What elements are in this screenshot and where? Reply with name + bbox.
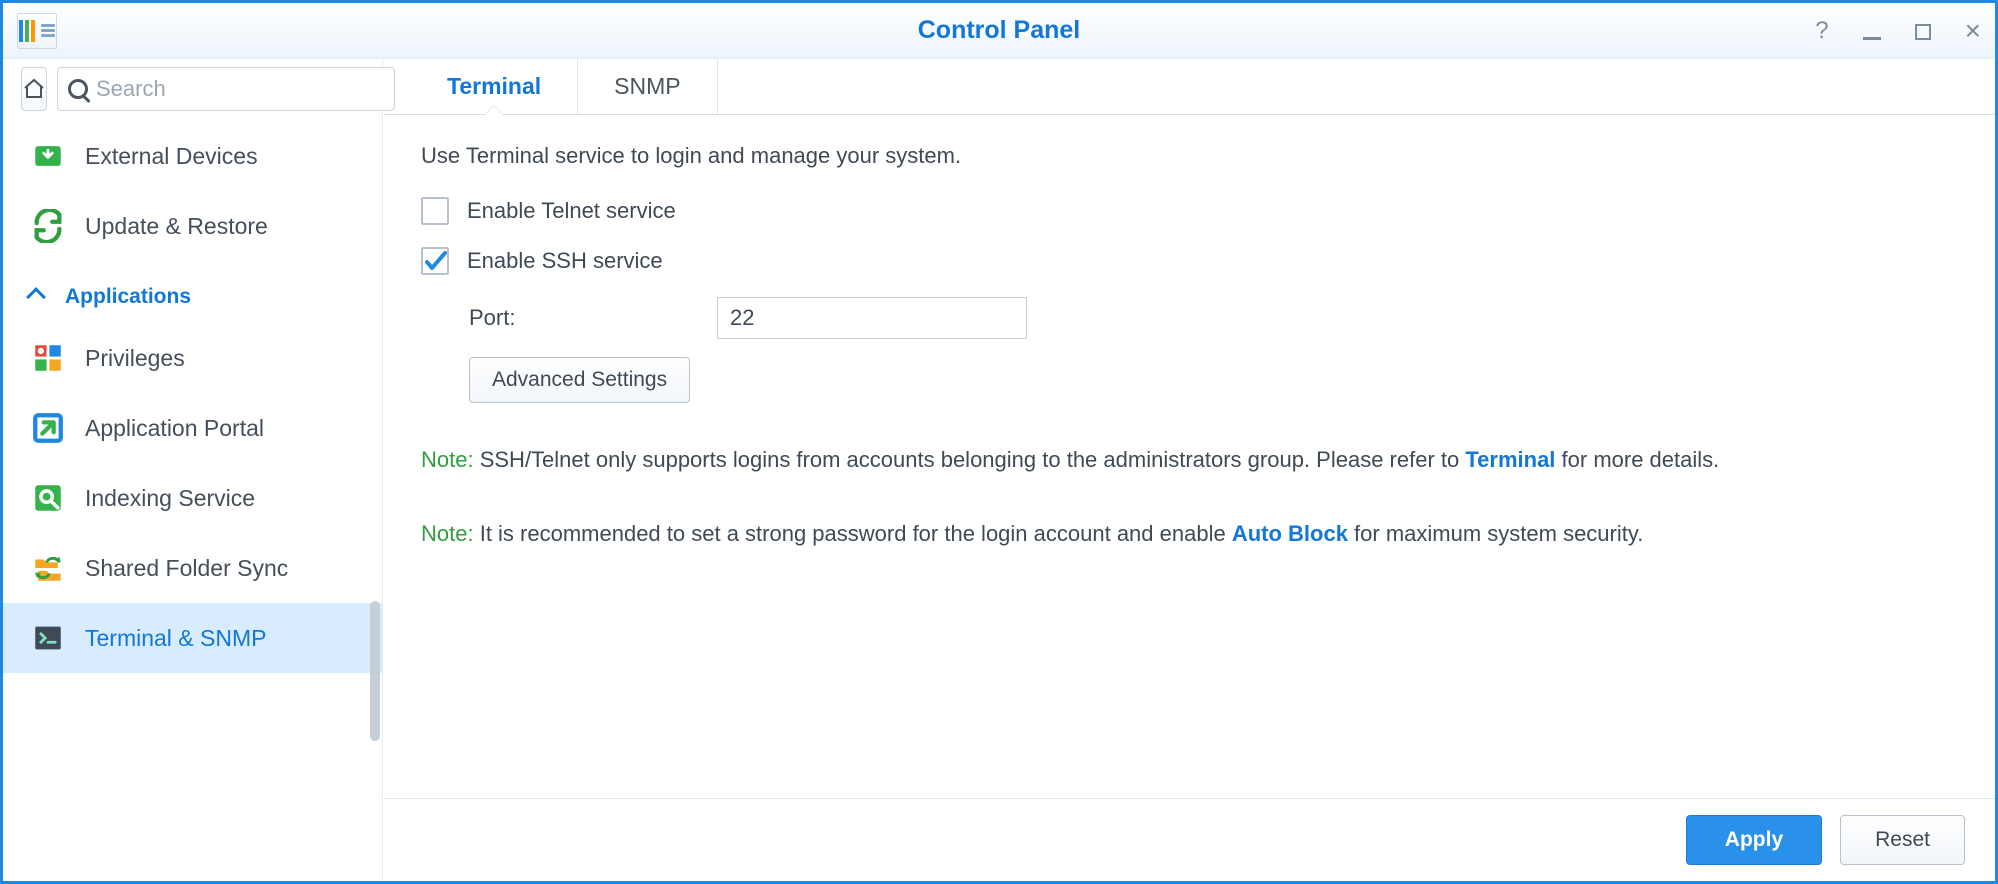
advanced-settings-button[interactable]: Advanced Settings [469, 357, 690, 403]
terminal-help-link[interactable]: Terminal [1465, 447, 1555, 472]
sidebar-item-external-devices[interactable]: External Devices [3, 121, 382, 191]
note-label: Note: [421, 447, 474, 472]
enable-telnet-row[interactable]: Enable Telnet service [421, 197, 1957, 225]
maximize-button[interactable] [1915, 18, 1931, 44]
chevron-up-icon [26, 287, 46, 307]
note-2: Note: It is recommended to set a strong … [421, 517, 1957, 551]
note-label: Note: [421, 521, 474, 546]
tab-terminal[interactable]: Terminal [411, 59, 578, 114]
footer-bar: Apply Reset [383, 798, 1995, 881]
sidebar-item-label: External Devices [85, 143, 258, 170]
sidebar-item-application-portal[interactable]: Application Portal [3, 393, 382, 463]
search-input[interactable] [96, 76, 384, 102]
home-icon [22, 77, 46, 101]
port-label: Port: [469, 305, 699, 331]
external-devices-icon [29, 139, 67, 173]
app-icon [17, 13, 57, 49]
sidebar-item-indexing-service[interactable]: Indexing Service [3, 463, 382, 533]
search-icon [68, 79, 88, 99]
telnet-checkbox[interactable] [421, 197, 449, 225]
close-button[interactable]: × [1965, 17, 1981, 45]
tab-content: Use Terminal service to login and manage… [383, 115, 1995, 798]
sidebar-item-label: Shared Folder Sync [85, 555, 288, 582]
enable-ssh-row[interactable]: Enable SSH service [421, 247, 1957, 275]
terminal-description: Use Terminal service to login and manage… [421, 143, 1957, 169]
ssh-label: Enable SSH service [467, 248, 663, 274]
sidebar-item-privileges[interactable]: Privileges [3, 323, 382, 393]
sidebar-item-label: Privileges [85, 345, 185, 372]
sidebar-section-label: Applications [65, 285, 191, 309]
main-panel: Terminal SNMP Use Terminal service to lo… [383, 59, 1995, 881]
apply-button[interactable]: Apply [1686, 815, 1822, 865]
reset-button[interactable]: Reset [1840, 815, 1965, 865]
tab-snmp[interactable]: SNMP [578, 59, 717, 114]
sidebar-item-label: Indexing Service [85, 485, 255, 512]
search-field[interactable] [57, 67, 395, 111]
sidebar-item-terminal-snmp[interactable]: Terminal & SNMP [3, 603, 382, 673]
sidebar-item-label: Terminal & SNMP [85, 625, 266, 652]
sidebar-item-shared-folder-sync[interactable]: Shared Folder Sync [3, 533, 382, 603]
indexing-service-icon [29, 481, 67, 515]
tab-bar: Terminal SNMP [383, 59, 1995, 115]
titlebar: Control Panel ? × [3, 3, 1995, 59]
sidebar-scrollbar[interactable] [370, 601, 380, 741]
update-restore-icon [29, 209, 67, 243]
sidebar-item-label: Update & Restore [85, 213, 268, 240]
telnet-label: Enable Telnet service [467, 198, 676, 224]
terminal-icon [29, 621, 67, 655]
application-portal-icon [29, 411, 67, 445]
ssh-port-input[interactable] [717, 297, 1027, 339]
home-button[interactable] [21, 67, 47, 111]
sidebar: External Devices Update & Restore Applic… [3, 59, 383, 881]
control-panel-window: Control Panel ? × [0, 0, 1998, 884]
auto-block-link[interactable]: Auto Block [1232, 521, 1348, 546]
minimize-button[interactable] [1863, 18, 1881, 44]
ssh-checkbox[interactable] [421, 247, 449, 275]
note-1: Note: SSH/Telnet only supports logins fr… [421, 443, 1957, 477]
sidebar-section-applications[interactable]: Applications [3, 261, 382, 323]
checkmark-icon [423, 248, 447, 274]
sidebar-item-update-restore[interactable]: Update & Restore [3, 191, 382, 261]
window-title: Control Panel [918, 16, 1081, 45]
sidebar-item-label: Application Portal [85, 415, 264, 442]
privileges-icon [29, 341, 67, 375]
shared-folder-sync-icon [29, 551, 67, 585]
help-icon[interactable]: ? [1815, 19, 1828, 43]
